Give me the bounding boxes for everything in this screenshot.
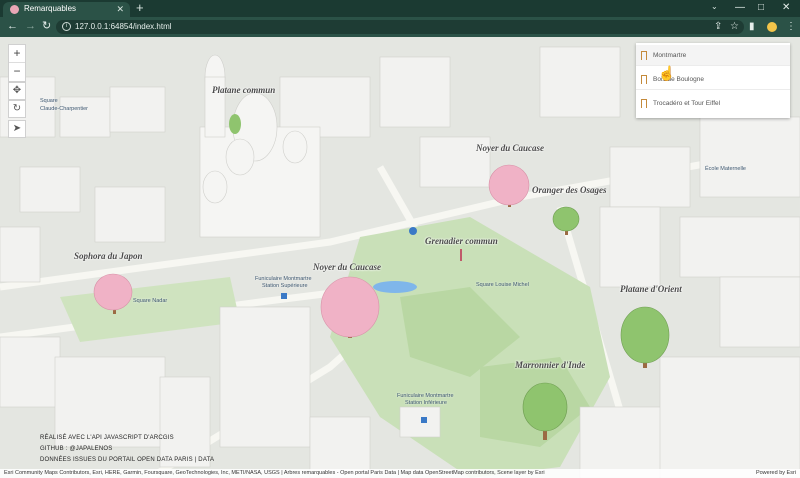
- tree-label: Platane commun: [212, 85, 276, 95]
- url-text: 127.0.0.1:64854/index.html: [75, 22, 172, 31]
- address-bar[interactable]: i 127.0.0.1:64854/index.html: [56, 20, 744, 34]
- place-label: Station Supérieure: [262, 283, 308, 289]
- close-window-button[interactable]: ✕: [782, 1, 790, 15]
- maximize-button[interactable]: □: [758, 1, 764, 15]
- credits-line: RÉALISÉ AVEC L'API JAVASCRIPT D'ARCGIS: [40, 435, 174, 441]
- back-arrow-icon[interactable]: ←: [7, 20, 18, 33]
- water-basin: [373, 281, 417, 293]
- reload-icon[interactable]: ↻: [42, 20, 51, 33]
- chevron-down-icon[interactable]: ⌄: [711, 2, 718, 11]
- attribution-text: Esri Community Maps Contributors, Esri, …: [4, 470, 545, 476]
- bookmark-trocadero[interactable]: Trocadéro et Tour Eiffel: [636, 93, 790, 114]
- credits-line: DONNÉES ISSUES DU PORTAIL OPEN DATA PARI…: [40, 457, 215, 463]
- place-label: Square Nadar: [133, 298, 168, 304]
- star-icon[interactable]: ☆: [730, 20, 739, 33]
- share-icon[interactable]: ⇪: [714, 20, 722, 33]
- tab-title: Remarquables: [24, 4, 77, 13]
- rotate-icon: ↻: [12, 103, 22, 114]
- tree-label: Platane d'Orient: [620, 284, 682, 294]
- zoom-control: + −: [8, 44, 26, 82]
- bookmark-icon: [641, 75, 647, 84]
- credits-line: GITHUB : @JAPALENOS: [40, 446, 113, 452]
- zoom-out-button[interactable]: −: [9, 63, 25, 81]
- place-label: Funiculaire Montmartre: [255, 276, 312, 282]
- attribution-bar: Esri Community Maps Contributors, Esri, …: [0, 469, 800, 478]
- place-label: Square: [40, 98, 58, 104]
- tree-label: Sophora du Japon: [74, 251, 143, 261]
- profile-avatar[interactable]: [766, 21, 778, 33]
- bookmark-icon: [641, 99, 647, 108]
- place-label: Claude-Charpentier: [40, 106, 88, 112]
- powered-by-esri[interactable]: Powered by Esri: [756, 469, 796, 478]
- place-label: Square Louise Michel: [476, 282, 529, 288]
- menu-dots-icon[interactable]: ⋮: [786, 20, 796, 33]
- sidepanel-icon[interactable]: ▮: [749, 20, 755, 33]
- place-label: Station Inférieure: [405, 400, 447, 406]
- tab-close-icon[interactable]: ✕: [116, 3, 124, 15]
- bookmark-label: Montmartre: [653, 52, 687, 59]
- info-icon[interactable]: i: [62, 22, 71, 31]
- forward-arrow-icon[interactable]: →: [25, 20, 36, 33]
- bookmark-icon: [641, 51, 647, 60]
- bookmark-label: Trocadéro et Tour Eiffel: [653, 100, 721, 107]
- move-icon: ✥: [12, 85, 22, 96]
- browser-toolbar: ← → ↻ i 127.0.0.1:64854/index.html ⇪ ☆ ▮: [0, 17, 800, 37]
- hand-cursor-icon: ☝: [658, 65, 676, 81]
- favicon-icon: [10, 5, 19, 14]
- pan-mode-button[interactable]: ✥: [8, 82, 26, 100]
- compass-button[interactable]: ➤: [8, 120, 26, 138]
- new-tab-button[interactable]: +: [136, 1, 144, 15]
- tree-label: Marronnier d'Inde: [515, 360, 586, 370]
- bookmark-montmartre[interactable]: Montmartre: [636, 45, 790, 66]
- compass-icon: ➤: [12, 123, 22, 134]
- tree-label: Noyer du Caucase: [313, 262, 381, 272]
- tree-label: Grenadier commun: [425, 236, 498, 246]
- place-label: École Maternelle: [705, 166, 746, 172]
- minimize-button[interactable]: —: [735, 1, 745, 15]
- tree-label: Noyer du Caucase: [476, 143, 544, 153]
- zoom-in-button[interactable]: +: [9, 45, 25, 63]
- tree-label: Oranger des Osages: [532, 185, 607, 195]
- browser-tab[interactable]: Remarquables ✕: [3, 2, 130, 17]
- browser-tab-bar: Remarquables ✕ + ⌄ — □ ✕: [0, 0, 800, 17]
- rotate-mode-button[interactable]: ↻: [8, 100, 26, 118]
- place-label: Funiculaire Montmartre: [397, 393, 454, 399]
